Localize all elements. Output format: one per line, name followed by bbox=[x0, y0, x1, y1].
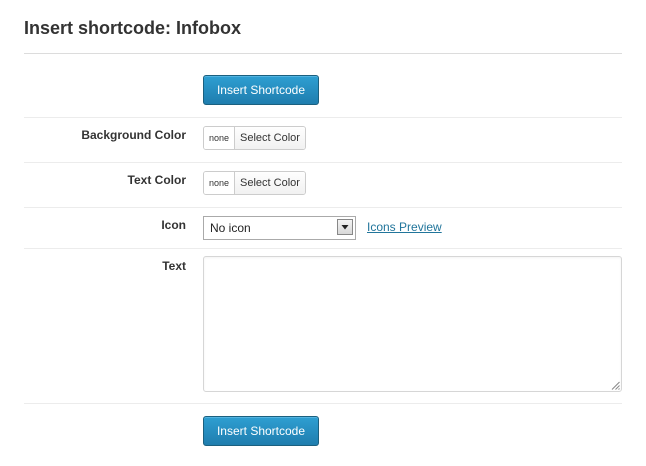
text-color-row: Text Color none Select Color bbox=[24, 163, 622, 208]
background-color-swatch[interactable]: none bbox=[204, 127, 235, 149]
icons-preview-link[interactable]: Icons Preview bbox=[367, 220, 442, 234]
page-title: Insert shortcode: Infobox bbox=[24, 18, 242, 38]
icon-label: Icon bbox=[161, 218, 186, 232]
resize-grip-icon[interactable] bbox=[611, 381, 620, 390]
icon-select-value: No icon bbox=[210, 221, 251, 235]
bottom-action-row: Insert Shortcode bbox=[24, 404, 622, 466]
background-color-label: Background Color bbox=[81, 128, 186, 142]
text-color-label: Text Color bbox=[127, 173, 186, 187]
insert-shortcode-dialog: Insert shortcode: Infobox Insert Shortco… bbox=[0, 0, 646, 466]
text-textarea[interactable] bbox=[203, 256, 622, 392]
background-color-picker[interactable]: none Select Color bbox=[203, 126, 306, 150]
text-color-swatch[interactable]: none bbox=[204, 172, 235, 194]
insert-shortcode-button-top[interactable]: Insert Shortcode bbox=[203, 75, 319, 105]
top-action-row: Insert Shortcode bbox=[24, 54, 622, 118]
text-row: Text bbox=[24, 249, 622, 404]
background-color-row: Background Color none Select Color bbox=[24, 118, 622, 163]
icon-select[interactable]: No icon bbox=[203, 216, 356, 240]
icon-row: Icon No icon Icons Preview bbox=[24, 208, 622, 249]
chevron-down-icon[interactable] bbox=[337, 219, 353, 235]
text-select-color-button[interactable]: Select Color bbox=[235, 172, 305, 194]
text-color-picker[interactable]: none Select Color bbox=[203, 171, 306, 195]
insert-shortcode-button-bottom[interactable]: Insert Shortcode bbox=[203, 416, 319, 446]
text-label: Text bbox=[162, 259, 186, 273]
background-select-color-button[interactable]: Select Color bbox=[235, 127, 305, 149]
